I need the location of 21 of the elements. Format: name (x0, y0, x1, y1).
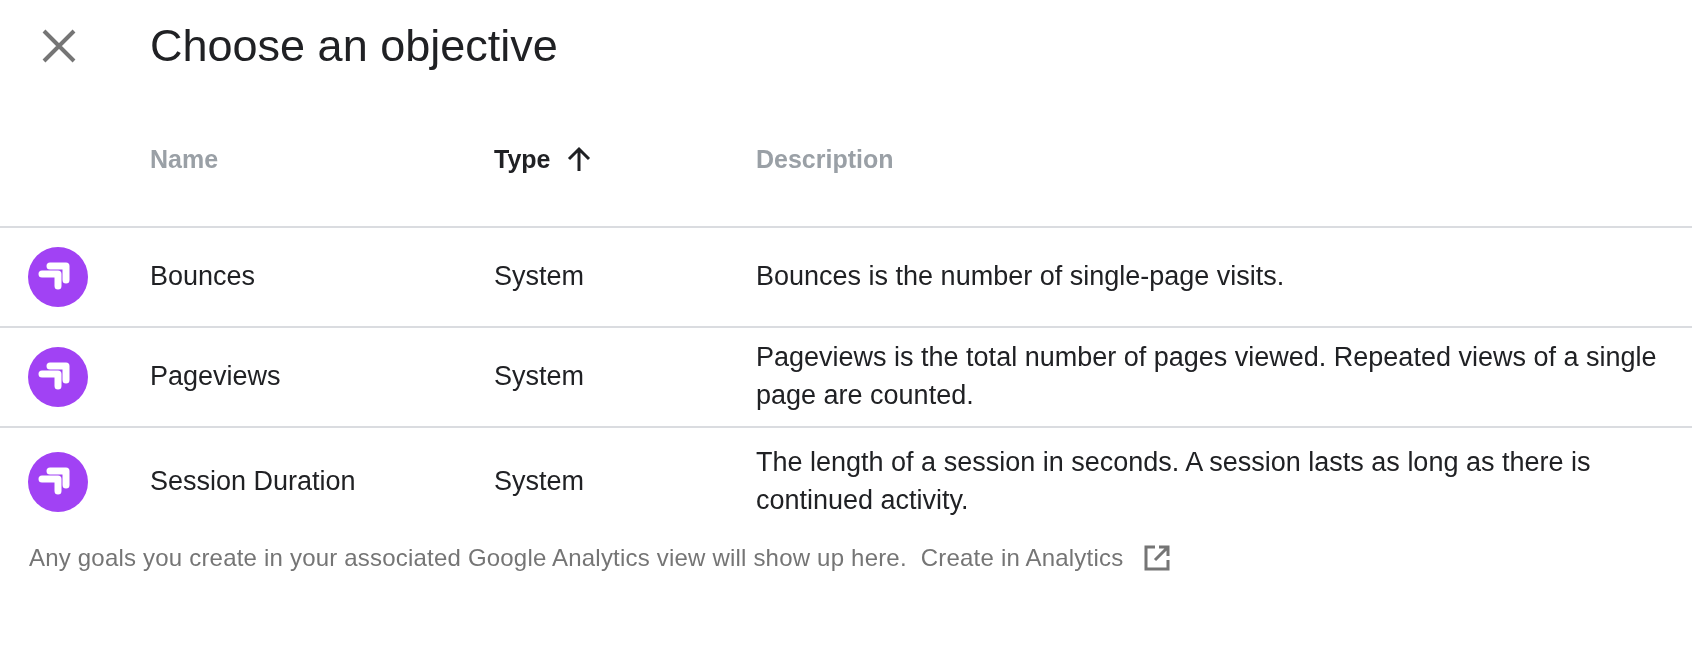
column-header[interactable]: Description (756, 144, 894, 174)
close-icon[interactable] (42, 29, 76, 63)
goal-name: Session Duration (150, 465, 356, 499)
goal-icon (28, 247, 88, 307)
goal-description: Bounces is the number of single-page visits. (756, 260, 1285, 294)
column-header[interactable]: Type (494, 144, 591, 174)
column-header[interactable]: Name (150, 144, 219, 174)
dialog-title: Choose an objective (150, 20, 558, 72)
footer-note: Any goals you create in your associated Google Analytics view will show up here. (29, 544, 907, 572)
goal-name: Pageviews (150, 360, 281, 394)
goal-type: System (494, 260, 585, 294)
goal-icon (28, 347, 88, 407)
external-link-icon (1143, 544, 1172, 572)
goal-description: The length of a session in seconds. A session lasts as long as there is continued activity. (756, 446, 1592, 517)
goal-type: System (494, 360, 585, 394)
create-in-analytics-link[interactable]: Create in Analytics (920, 544, 1172, 572)
goal-description: Pageviews is the total number of pages viewed. Repeated views of a single page are counted. (756, 341, 1658, 412)
goal-type: System (494, 465, 585, 499)
sort-arrow-icon (566, 146, 591, 172)
goal-icon (28, 452, 88, 512)
goal-name: Bounces (150, 260, 256, 294)
